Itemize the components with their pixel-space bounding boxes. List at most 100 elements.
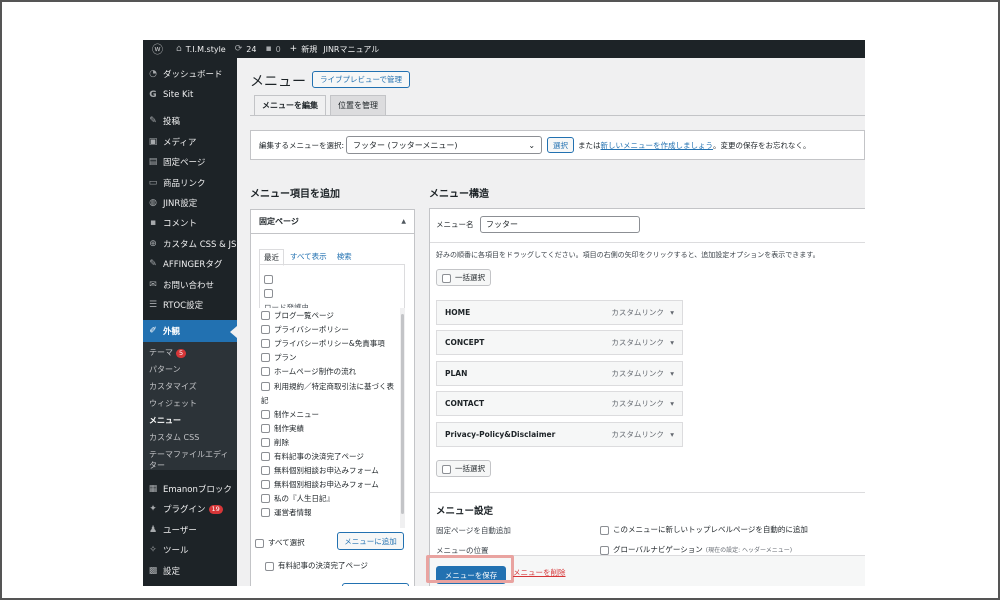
checkbox[interactable] (261, 339, 270, 348)
expand-arrow-icon[interactable]: ▾ (670, 430, 674, 439)
menu-item-contact[interactable]: CONTACT カスタムリンク ▾ (436, 391, 683, 416)
submenu-themes[interactable]: テーマ 5 (149, 347, 235, 358)
bulk-select-bottom[interactable]: 一括選択 (436, 460, 491, 477)
pin-icon: ✎ (149, 116, 157, 126)
checkbox[interactable] (442, 464, 451, 474)
submenu-custom-css[interactable]: カスタム CSS (149, 432, 235, 443)
sidebar-item-appearance[interactable]: ✐ 外観 (143, 320, 237, 342)
list-item[interactable]: プライバシーポリシー (261, 324, 349, 335)
checkbox[interactable] (261, 438, 270, 447)
global-nav-checkbox[interactable]: グローバルナビゲーション (現在の設定: ヘッダーメニュー) (600, 544, 792, 555)
checkbox[interactable] (264, 275, 273, 284)
list-scrollbar[interactable] (400, 308, 405, 528)
list-item[interactable]: 無料個別相談お申込みフォーム (261, 465, 379, 476)
checkbox[interactable] (261, 353, 270, 362)
add-to-menu-button[interactable]: メニューに追加 (337, 532, 404, 550)
list-item[interactable]: ブログ一覧ページ (261, 310, 334, 321)
sidebar-item-emanon-blocks[interactable]: ▦ Emanonブロック (143, 479, 237, 499)
menu-item-privacy-policy[interactable]: Privacy-Policy&Disclaimer カスタムリンク ▾ (436, 422, 683, 447)
expand-arrow-icon[interactable]: ▾ (670, 399, 674, 408)
menu-select-dropdown[interactable]: フッター (フッターメニュー) ⌄ (346, 136, 543, 154)
select-all-checkbox[interactable]: すべて選択 (255, 537, 305, 548)
submenu-widgets[interactable]: ウィジェット (149, 398, 235, 409)
main-content: メニュー ライブプレビューで管理 メニューを編集 位置を管理 編集するメニューを… (237, 58, 865, 586)
sidebar-item-jinr-settings[interactable]: ◍ JINR設定 (143, 193, 237, 213)
checkbox[interactable] (261, 452, 270, 461)
expand-arrow-icon[interactable]: ▾ (670, 369, 674, 378)
list-item[interactable]: プラン (261, 352, 297, 363)
sidebar-item-comments[interactable]: ▪ コメント (143, 213, 237, 233)
menu-item-concept[interactable]: CONCEPT カスタムリンク ▾ (436, 330, 683, 355)
checkbox[interactable] (600, 525, 609, 535)
sidebar-item-dashboard[interactable]: ◔ ダッシュボード (143, 64, 237, 84)
expand-arrow-icon[interactable]: ▾ (670, 308, 674, 317)
delete-menu-link[interactable]: メニューを削除 (513, 567, 566, 578)
list-item[interactable]: 制作メニュー (261, 409, 319, 420)
checkbox[interactable] (261, 311, 270, 320)
list-item[interactable]: 利用規約／特定商取引法に基づく表記 (261, 380, 395, 408)
jinr-manual-link[interactable]: JINRマニュアル (323, 44, 379, 55)
new-content-link[interactable]: + 新規 (290, 44, 318, 55)
checkbox[interactable] (600, 545, 609, 555)
sidebar-item-contact[interactable]: ✉ お問い合わせ (143, 275, 237, 295)
checkbox[interactable] (442, 273, 451, 283)
checkbox[interactable] (261, 367, 270, 376)
pages-panel-header[interactable]: 固定ページ ▲ (251, 210, 414, 234)
checkbox[interactable] (265, 561, 274, 571)
sidebar-item-posts[interactable]: ✎ 投稿 (143, 111, 237, 131)
list-item[interactable]: 運営者情報 (261, 507, 312, 518)
checkbox[interactable] (261, 325, 270, 334)
checkbox[interactable] (261, 466, 270, 475)
list-item[interactable]: 有料記事の決済完了ページ (261, 451, 364, 462)
list-item[interactable]: 無料個別相談お申込みフォーム (261, 479, 379, 490)
sidebar-item-pages[interactable]: ▤ 固定ページ (143, 152, 237, 172)
menu-item-home[interactable]: HOME カスタムリンク ▾ (436, 300, 683, 325)
plus-circle-icon: ⊕ (149, 239, 157, 249)
add-menu-items-heading: メニュー項目を追加 (250, 189, 340, 200)
bulk-select-top[interactable]: 一括選択 (436, 269, 491, 286)
sidebar-item-users[interactable]: ♟ ユーザー (143, 520, 237, 540)
live-preview-button[interactable]: ライブプレビューで管理 (312, 71, 410, 88)
list-item[interactable]: 私の『人生日記』 (261, 493, 334, 504)
checkbox[interactable] (255, 538, 264, 548)
drag-instructions: 好みの順番に各項目をドラッグしてください。項目の右側の矢印をクリックすると、追加… (436, 251, 820, 259)
submenu-theme-file-editor[interactable]: テーマファイルエディター (149, 449, 229, 471)
submenu-menus[interactable]: メニュー (149, 415, 235, 426)
select-menu-button[interactable]: 選択 (547, 137, 575, 153)
submenu-patterns[interactable]: パターン (149, 364, 235, 375)
expand-arrow-icon[interactable]: ▾ (670, 338, 674, 347)
tab-edit-menus[interactable]: メニューを編集 (254, 95, 326, 115)
create-new-menu-link[interactable]: 新しいメニューを作成しましょう (601, 140, 714, 151)
auto-add-checkbox[interactable]: このメニューに新しいトップレベルページを自動的に追加 (600, 524, 808, 535)
sidebar-item-plugins[interactable]: ✦ プラグイン 19 (143, 499, 237, 519)
list-item[interactable] (264, 288, 277, 301)
wordpress-logo-icon[interactable]: ⓦ (152, 41, 167, 57)
list-item[interactable]: 削除 (261, 437, 289, 448)
comments-link[interactable]: ▪ 0 (265, 44, 280, 54)
sidebar-item-affinger-tags[interactable]: ✎ AFFINGERタグ (143, 254, 237, 274)
sidebar-item-rtoc[interactable]: ☰ RTOC設定 (143, 295, 237, 315)
updates-link[interactable]: ⟳ 24 (235, 44, 257, 54)
sidebar-item-product-links[interactable]: ▭ 商品リンク (143, 173, 237, 193)
sidebar-item-tools[interactable]: ✧ ツール (143, 540, 237, 560)
submenu-customize[interactable]: カスタマイズ (149, 381, 235, 392)
sidebar-item-media[interactable]: ▣ メディア (143, 132, 237, 152)
checkbox[interactable] (261, 424, 270, 433)
list-item[interactable]: 制作実績 (261, 423, 304, 434)
sidebar-item-settings[interactable]: ▩ 設定 (143, 561, 237, 581)
checkbox[interactable] (261, 508, 270, 517)
list-item[interactable] (264, 274, 277, 287)
checkbox[interactable] (261, 480, 270, 489)
tab-manage-locations[interactable]: 位置を管理 (330, 95, 386, 115)
checkbox[interactable] (261, 494, 270, 503)
sidebar-item-sitekit[interactable]: G Site Kit (143, 85, 237, 105)
list-item[interactable]: プライバシーポリシー&免責事項 (261, 338, 385, 349)
list-item[interactable]: ホームページ制作の流れ (261, 366, 356, 377)
checkbox[interactable] (261, 410, 270, 419)
menu-item-plan[interactable]: PLAN カスタムリンク ▾ (436, 361, 683, 386)
sidebar-item-custom-css-js[interactable]: ⊕ カスタム CSS & JS (143, 234, 237, 254)
list-item[interactable]: 有料記事の決済完了ページ (265, 560, 368, 571)
menu-name-input[interactable]: フッター (480, 216, 640, 233)
checkbox[interactable] (264, 289, 273, 298)
site-name-link[interactable]: ⌂ T.I.M.style (176, 44, 226, 54)
